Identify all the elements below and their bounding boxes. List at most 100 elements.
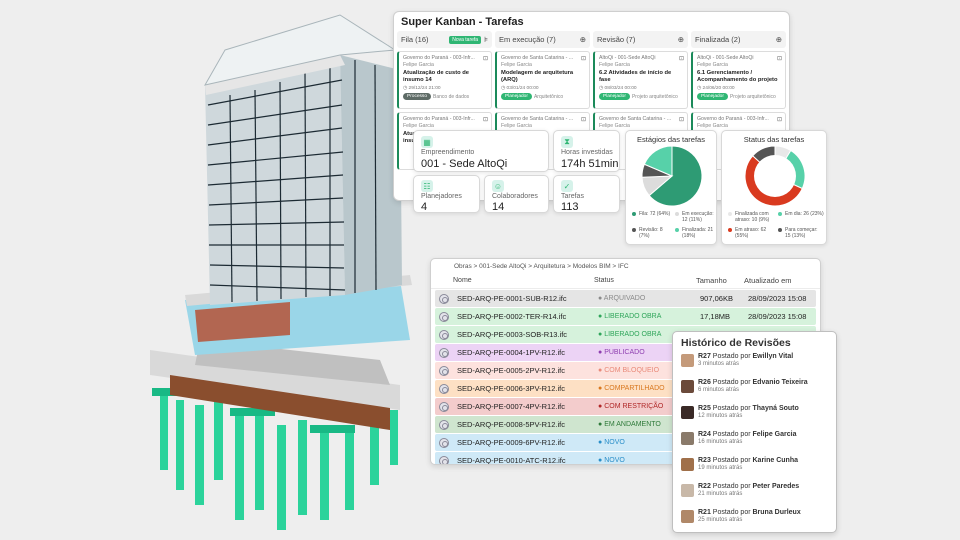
posted-by-label: Postado por xyxy=(712,483,751,490)
revision-time: 3 minutos atrás xyxy=(698,361,740,367)
task-tag: Planejador xyxy=(501,93,532,101)
task-tag: Processo xyxy=(403,93,431,101)
file-name[interactable]: SED-ARQ-PE-0002-TER-R14.ifc xyxy=(453,312,598,321)
col-date[interactable]: Atualizado em xyxy=(744,276,820,285)
column-actions: ⊕ xyxy=(580,35,586,44)
file-name[interactable]: SED-ARQ-PE-0001-SUB-R12.ifc xyxy=(453,294,598,303)
task-tags: Planejador Projeto arquitetônico xyxy=(697,93,781,101)
revision-item[interactable]: R22 Postado por Peter Paredes 21 minutos … xyxy=(673,483,836,509)
revision-author: Edvanio Teixeira xyxy=(752,379,808,386)
revision-number: R26 xyxy=(698,379,711,386)
revision-line: R25 Postado por Thayná Souto xyxy=(698,405,799,412)
revision-item[interactable]: R21 Postado por Bruna Durleux 25 minutos … xyxy=(673,509,836,532)
filter-icon[interactable]: ⊕ xyxy=(776,35,782,44)
panel-title: Histórico de Revisões xyxy=(681,337,791,349)
legend-dot-icon xyxy=(778,212,782,216)
legend-label: Finalizada com atraso: 10 (9%) xyxy=(735,211,770,223)
new-task-button[interactable]: Nova tarefa xyxy=(449,35,482,44)
task-card[interactable]: ⊡ Governo do Paraná - 003-Infr... Felipe G… xyxy=(397,51,492,109)
revision-time: 25 minutos atrás xyxy=(698,517,743,523)
file-name[interactable]: SED-ARQ-PE-0008-5PV-R12.ifc xyxy=(453,420,598,429)
chart-legend: Fila: 72 (64%) Em execução: 12 (11%) Revis… xyxy=(632,211,714,239)
task-assignee: Felipe Garcia xyxy=(599,62,630,68)
task-date: ◷ 08/03/24 00:00 xyxy=(599,86,683,91)
ifc-file-icon xyxy=(439,419,449,430)
user-icon: ☺ xyxy=(492,180,504,192)
stat-card-empreendimento: ▦ Empreendimento 001 - Sede AltoQi xyxy=(413,130,549,172)
status-label: EM ANDAMENTO xyxy=(604,421,661,428)
file-name[interactable]: SED-ARQ-PE-0007-4PV-R12.ifc xyxy=(453,402,598,411)
file-name[interactable]: SED-ARQ-PE-0005-2PV-R12.ifc xyxy=(453,366,598,375)
task-project: AltoQi - 001-Sede AltoQi xyxy=(599,55,656,61)
revision-text: R23 Postado por Karine Cunha 19 minutos a… xyxy=(698,457,798,471)
link-icon[interactable]: ⊡ xyxy=(483,116,488,123)
revision-item[interactable]: R25 Postado por Thayná Souto 12 minutos a… xyxy=(673,405,836,431)
stat-label: Colaboradores xyxy=(492,193,538,200)
filter-icon[interactable]: ⊕ xyxy=(678,35,684,44)
ifc-file-icon xyxy=(439,311,449,322)
file-name[interactable]: SED-ARQ-PE-0010-ATC-R12.ifc xyxy=(453,456,598,464)
status-label: NOVO xyxy=(604,457,625,464)
table-row[interactable]: SED-ARQ-PE-0001-SUB-R12.ifc ● ARQUIVADO 90… xyxy=(435,290,816,307)
stat-card-horas: ⧗ Horas investidas 174h 51min xyxy=(553,130,620,172)
file-icon-cell xyxy=(435,437,453,448)
task-project: AltoQi - 001-Sede AltoQi xyxy=(697,55,754,61)
stat-label: Horas investidas xyxy=(561,149,613,156)
filter-icon[interactable]: ⊕ xyxy=(580,35,586,44)
revision-number: R25 xyxy=(698,405,711,412)
column-header: Revisão (7) ⊕ xyxy=(593,31,688,48)
revision-author: Ewillyn Vital xyxy=(752,353,794,360)
task-card[interactable]: ⊡ AltoQi - 001-Sede AltoQi Felipe Garcia 6.… xyxy=(593,51,688,109)
task-tag: Planejador xyxy=(697,93,728,101)
file-name[interactable]: SED-ARQ-PE-0004-1PV-R12.ifc xyxy=(453,348,598,357)
revision-text: R25 Postado por Thayná Souto 12 minutos a… xyxy=(698,405,799,419)
revision-time: 6 minutos atrás xyxy=(698,387,740,393)
chart-card-stages: Estágios das tarefas Fila: 72 (64%) Em ex… xyxy=(625,130,717,245)
revision-text: R24 Postado por Felipe Garcia 16 minutos … xyxy=(698,431,796,445)
revision-item[interactable]: R23 Postado por Karine Cunha 19 minutos a… xyxy=(673,457,836,483)
col-name[interactable]: Nome xyxy=(449,277,594,284)
link-icon[interactable]: ⊡ xyxy=(777,116,782,123)
file-icon-cell xyxy=(435,455,453,464)
posted-by-label: Postado por xyxy=(712,353,751,360)
legend-item: Revisão: 8 (7%) xyxy=(632,227,671,239)
filter-icon[interactable]: ⊧ xyxy=(484,35,488,44)
link-icon[interactable]: ⊡ xyxy=(777,55,782,62)
link-icon[interactable]: ⊡ xyxy=(581,55,586,62)
revision-author: Felipe Garcia xyxy=(752,431,797,438)
task-project: Governo de Santa Catarina - ... xyxy=(501,55,574,61)
legend-dot-icon xyxy=(778,228,782,232)
status-label: PUBLICADO xyxy=(604,349,645,356)
revision-author: Bruna Durleux xyxy=(752,509,801,516)
link-icon[interactable]: ⊡ xyxy=(483,55,488,62)
task-assignee: Felipe Garcia xyxy=(501,62,532,68)
revision-item[interactable]: R26 Postado por Edvanio Teixeira 6 minuto… xyxy=(673,379,836,405)
task-card[interactable]: ⊡ AltoQi - 001-Sede AltoQi Felipe Garcia 6.… xyxy=(691,51,786,109)
revision-item[interactable]: R27 Postado por Ewillyn Vital 3 minutos a… xyxy=(673,353,836,379)
file-name[interactable]: SED-ARQ-PE-0006-3PV-R12.ifc xyxy=(453,384,598,393)
col-size[interactable]: Tamanho xyxy=(696,276,744,285)
file-updated: 28/09/2023 15:08 xyxy=(748,294,807,303)
task-assignee: Felipe Garcia xyxy=(501,123,532,129)
breadcrumb[interactable]: Obras > 001-Sede AltoQi > Arquitetura > … xyxy=(431,259,820,273)
table-row[interactable]: SED-ARQ-PE-0002-TER-R14.ifc ● LIBERADO OB… xyxy=(435,308,816,325)
file-name[interactable]: SED-ARQ-PE-0009-6PV-R12.ifc xyxy=(453,438,598,447)
link-icon[interactable]: ⊡ xyxy=(679,116,684,123)
file-icon-cell xyxy=(435,401,453,412)
task-assignee: Felipe Garcia xyxy=(403,62,434,68)
revision-author: Thayná Souto xyxy=(752,405,799,412)
link-icon[interactable]: ⊡ xyxy=(679,55,684,62)
revision-number: R27 xyxy=(698,353,711,360)
revision-line: R23 Postado por Karine Cunha xyxy=(698,457,798,464)
revision-item[interactable]: R24 Postado por Felipe Garcia 16 minutos … xyxy=(673,431,836,457)
legend-item: Em dia: 26 (23%) xyxy=(778,211,824,223)
task-tag: Planejador xyxy=(599,93,630,101)
file-name[interactable]: SED-ARQ-PE-0003-SOB-R13.ifc xyxy=(453,330,598,339)
planner-icon: ☷ xyxy=(421,180,433,192)
tower-facade xyxy=(204,14,402,305)
revision-text: R27 Postado por Ewillyn Vital 3 minutos a… xyxy=(698,353,793,367)
revision-line: R22 Postado por Peter Paredes xyxy=(698,483,799,490)
task-card[interactable]: ⊡ Governo de Santa Catarina - ... Felipe G… xyxy=(495,51,590,109)
link-icon[interactable]: ⊡ xyxy=(581,116,586,123)
col-status[interactable]: Status xyxy=(594,277,696,284)
